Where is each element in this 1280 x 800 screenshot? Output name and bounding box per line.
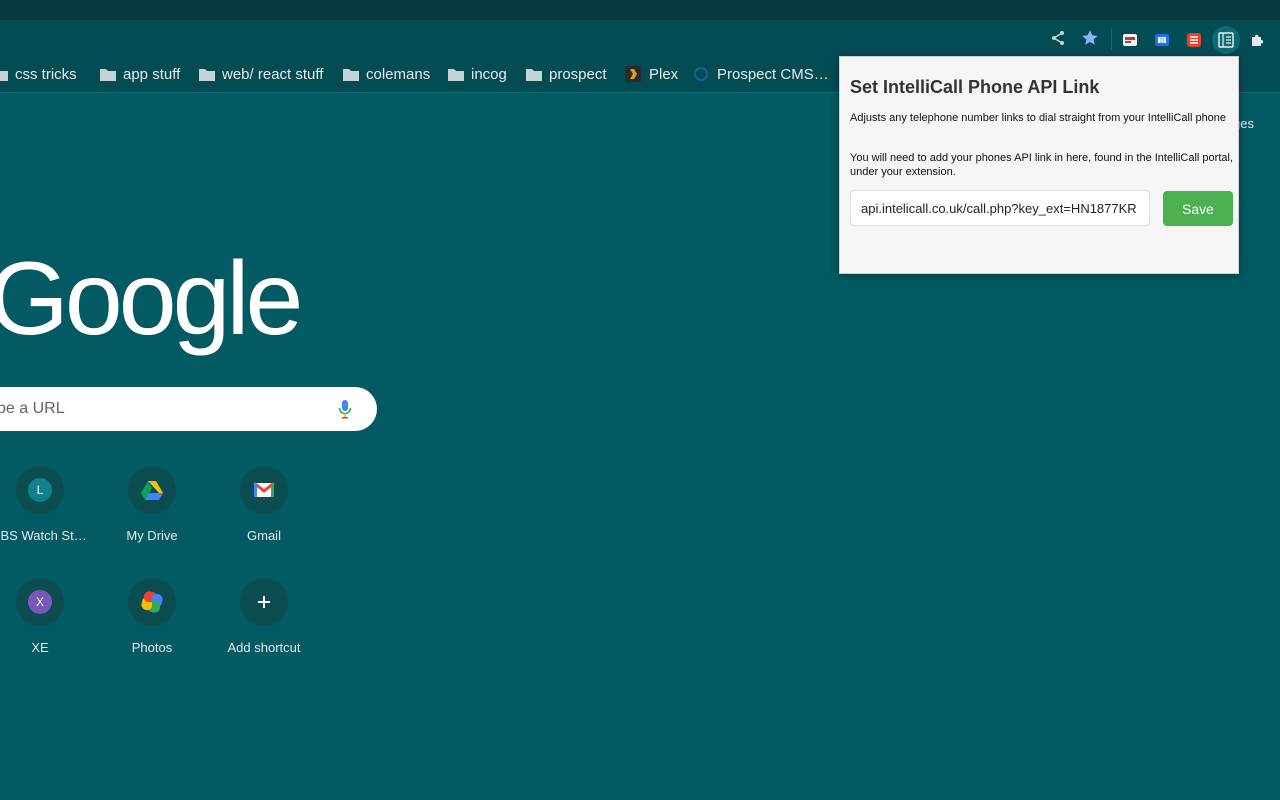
bookmark-star-icon[interactable] — [1080, 28, 1100, 48]
bookmark-folder-app-stuff[interactable]: app stuff — [100, 56, 180, 92]
bookmark-prospect-cms[interactable]: Prospect CMS… — [693, 56, 829, 92]
shortcut-icon-circle: L — [16, 466, 64, 514]
shortcut-label: Photos — [131, 640, 173, 655]
intellicall-extension-popup: Set IntelliCall Phone API Link Adjusts a… — [839, 56, 1239, 274]
bookmark-label: css tricks — [15, 65, 77, 83]
site-icon — [694, 67, 708, 81]
plex-icon — [625, 66, 641, 82]
google-photos-icon — [141, 591, 163, 613]
letter-avatar-icon: L — [28, 478, 52, 502]
letter-avatar-icon: X — [28, 590, 52, 614]
shortcut-label: My Drive — [126, 528, 178, 543]
folder-icon — [526, 69, 542, 81]
google-logo: Google — [0, 241, 303, 357]
folder-icon — [199, 69, 215, 81]
shortcut-label: XE — [31, 640, 49, 655]
browser-toolbar — [0, 20, 1280, 56]
bookmark-label: Plex — [649, 65, 679, 83]
shortcut-tile-lbs-watch[interactable]: L LBS Watch St… — [0, 466, 96, 578]
popup-instructions: You will need to add your phones API lin… — [850, 152, 1234, 178]
search-placeholder: ype a URL — [0, 400, 65, 417]
bookmark-plex[interactable]: Plex — [625, 56, 678, 92]
shortcut-icon-circle — [240, 578, 288, 626]
popup-title: Set IntelliCall Phone API Link — [850, 77, 1100, 97]
shortcut-icon-circle — [128, 466, 176, 514]
shortcut-icon-circle — [128, 578, 176, 626]
extensions-puzzle-icon[interactable] — [1248, 30, 1268, 50]
folder-icon — [100, 69, 116, 81]
extension-icon[interactable] — [1184, 30, 1204, 50]
shortcut-label: Add shortcut — [227, 640, 301, 655]
shortcut-tile-add[interactable]: Add shortcut — [208, 578, 320, 690]
popup-description: Adjusts any telephone number links to di… — [850, 112, 1227, 124]
bookmark-label: web/ react stuff — [222, 65, 324, 83]
shortcut-tile-photos[interactable]: Photos — [96, 578, 208, 690]
shortcut-tile-gmail[interactable]: Gmail — [208, 466, 320, 578]
shortcut-tile-my-drive[interactable]: My Drive — [96, 466, 208, 578]
folder-icon — [448, 69, 464, 81]
shortcut-icon-circle: X — [16, 578, 64, 626]
shortcut-label: LBS Watch St… — [0, 528, 87, 543]
google-drive-icon — [141, 481, 163, 500]
plus-icon — [258, 596, 270, 608]
bookmark-label: colemans — [366, 65, 431, 83]
save-button[interactable]: Save — [1163, 191, 1233, 226]
svg-text:D: D — [1160, 38, 1165, 45]
window-title-strip — [0, 0, 1280, 20]
bookmark-folder-incog[interactable]: incog — [448, 56, 507, 92]
extension-icon[interactable]: D — [1152, 30, 1172, 50]
microphone-icon[interactable] — [338, 399, 352, 424]
share-icon[interactable] — [1048, 28, 1068, 48]
intellicall-extension-icon[interactable] — [1216, 30, 1236, 50]
bookmark-label: incog — [471, 65, 507, 83]
bookmark-label: Prospect CMS… — [717, 65, 829, 83]
ntp-search-box[interactable]: ype a URL — [0, 387, 377, 431]
bookmark-folder-css-tricks[interactable]: css tricks — [0, 56, 77, 92]
shortcut-label: Gmail — [247, 528, 281, 543]
bookmark-label: prospect — [549, 65, 607, 83]
shortcut-icon-circle — [240, 466, 288, 514]
folder-icon — [0, 71, 8, 81]
shortcut-tile-xe[interactable]: X XE — [0, 578, 96, 690]
toolbar-separator — [1111, 28, 1112, 50]
folder-icon — [343, 69, 359, 81]
api-link-input[interactable] — [850, 190, 1150, 226]
bookmark-folder-prospect[interactable]: prospect — [526, 56, 607, 92]
extension-icon[interactable] — [1120, 30, 1140, 50]
bookmark-label: app stuff — [123, 65, 181, 83]
gmail-icon — [253, 482, 275, 497]
bookmark-folder-colemans[interactable]: colemans — [343, 56, 430, 92]
bookmark-folder-web-react-stuff[interactable]: web/ react stuff — [199, 56, 323, 92]
